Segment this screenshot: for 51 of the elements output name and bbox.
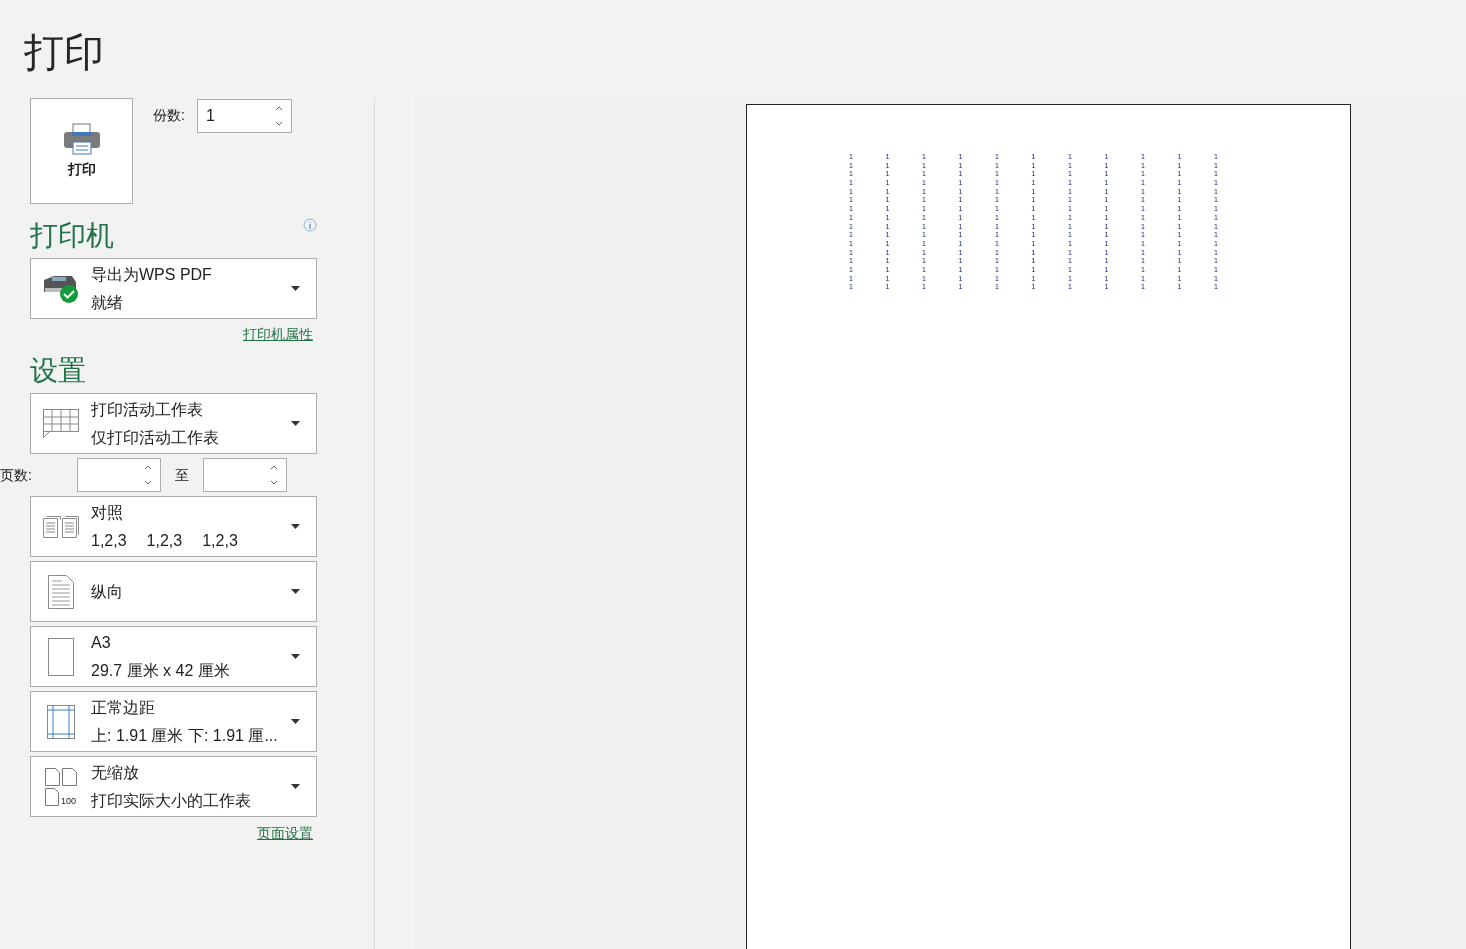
page-from-field[interactable] [77, 458, 161, 492]
printer-status: 就绪 [91, 292, 124, 313]
dropdown-caret-icon [291, 654, 300, 659]
dropdown-caret-icon [291, 719, 300, 724]
paper-dropdown[interactable]: A3 29.7 厘米 x 42 厘米 [30, 626, 317, 687]
settings-heading: 设置 [30, 357, 87, 385]
printer-dropdown[interactable]: 导出为WPS PDF 就绪 [30, 258, 317, 319]
portrait-page-icon [48, 574, 74, 609]
page-title: 打印 [23, 29, 105, 76]
dropdown-caret-icon [291, 421, 300, 426]
collated-pages-icon [43, 515, 79, 538]
page-to-label: 至 [175, 465, 189, 485]
printer-name: 导出为WPS PDF [91, 264, 213, 285]
spinner-arrows-icon[interactable] [144, 464, 152, 486]
scaling-dropdown[interactable]: 100 无缩放 打印实际大小的工作表 [30, 756, 317, 817]
collate-order: 1,2,3 [146, 530, 183, 551]
margins-dropdown[interactable]: 正常边距 上: 1.91 厘米 下: 1.91 厘... [30, 691, 317, 752]
printer-icon [63, 122, 100, 155]
spinner-arrows-icon[interactable] [270, 464, 278, 486]
collate-dropdown[interactable]: 对照 1,2,3 1,2,3 1,2,3 [30, 496, 317, 557]
option-title: 对照 [91, 502, 124, 523]
option-title: A3 [91, 632, 112, 653]
spinner-arrows-icon[interactable] [274, 104, 283, 127]
option-description: 上: 1.91 厘米 下: 1.91 厘... [91, 725, 279, 746]
copies-field[interactable]: 1 [196, 98, 292, 133]
option-title: 无缩放 [91, 762, 140, 783]
option-title: 正常边距 [91, 697, 156, 718]
collate-order: 1,2,3 [202, 530, 238, 551]
copies-label: 份数: [153, 106, 185, 125]
dropdown-caret-icon [291, 589, 300, 594]
dropdown-caret-icon [291, 286, 300, 291]
option-description: 29.7 厘米 x 42 厘米 [91, 660, 231, 681]
page-outline-icon [48, 637, 74, 676]
print-button[interactable]: 打印 [30, 98, 133, 204]
dropdown-caret-icon [291, 784, 300, 789]
page-margins-icon [47, 704, 75, 739]
dropdown-caret-icon [291, 524, 300, 529]
option-title: 纵向 [91, 581, 124, 602]
option-description: 打印实际大小的工作表 [91, 790, 252, 811]
printer-ready-icon [42, 273, 80, 304]
option-title: 打印活动工作表 [91, 399, 204, 420]
printer-properties-link[interactable]: 打印机属性 [243, 324, 313, 345]
pages-label: 页数: [0, 465, 32, 485]
option-description: 仅打印活动工作表 [91, 427, 220, 448]
page-to-field[interactable] [203, 458, 287, 492]
page-setup-link[interactable]: 页面设置 [257, 823, 313, 844]
sheet-dropdown[interactable]: 打印活动工作表 仅打印活动工作表 [30, 393, 317, 454]
printer-heading: 打印机 [30, 222, 114, 250]
portrait-dropdown[interactable]: 纵向 [30, 561, 317, 622]
sheet-grid-icon [43, 408, 79, 439]
collate-order: 1,2,3 [91, 530, 127, 551]
